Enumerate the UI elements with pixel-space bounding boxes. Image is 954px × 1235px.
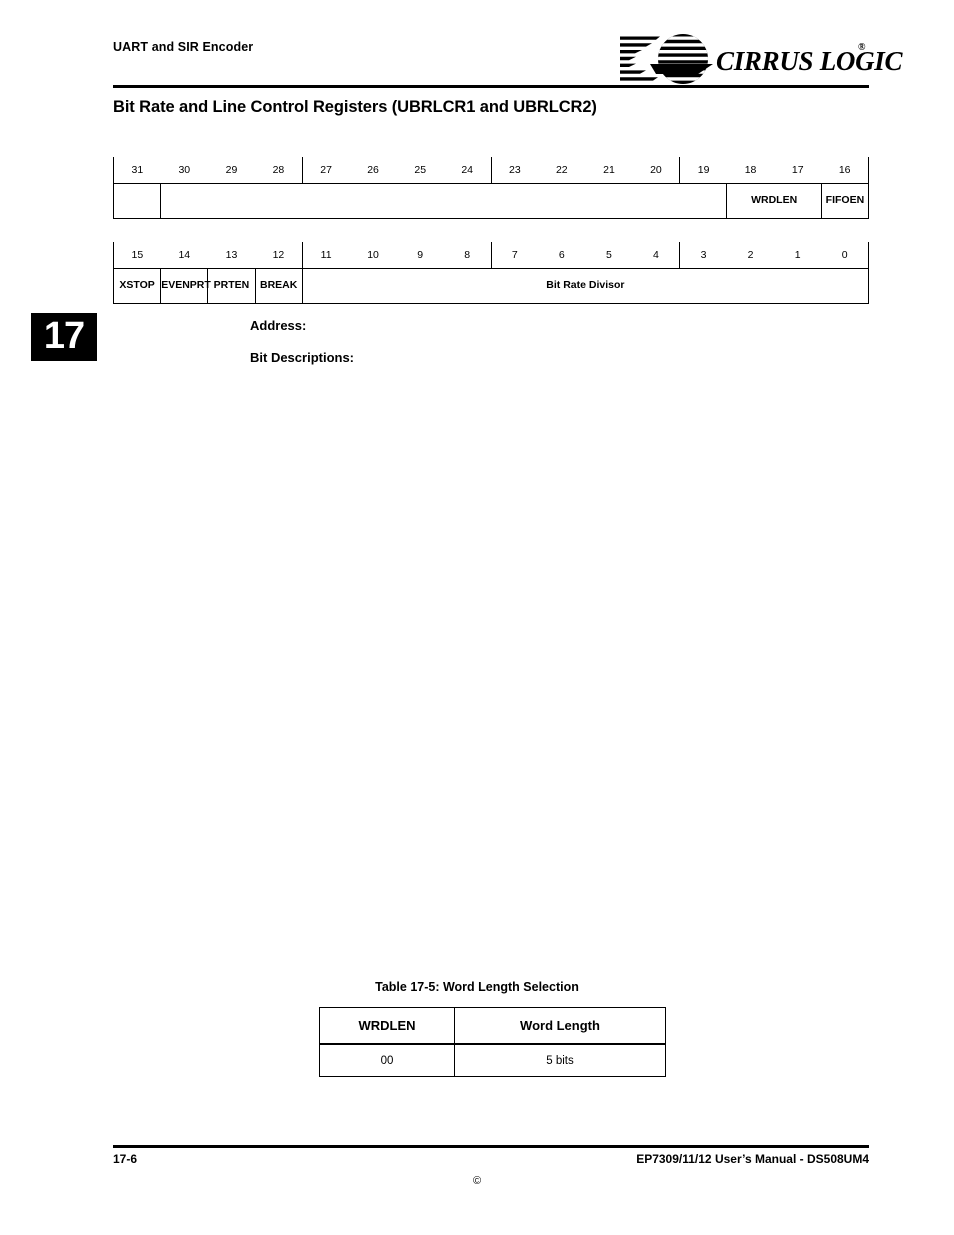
table-row: 00 5 bits	[319, 1044, 666, 1077]
bit-number-cell: 25	[414, 164, 427, 176]
bit-number-cell: 1	[794, 249, 801, 261]
bit-number-cell: 28	[272, 164, 285, 176]
bit-number-cell: 19	[679, 157, 727, 184]
bit-number-cell: 3	[679, 242, 727, 269]
bit-number-cell: 0	[821, 242, 870, 269]
bit-number-cell: 9	[417, 249, 424, 261]
running-head: UART and SIR Encoder	[113, 40, 254, 54]
bit-number-cell: 17	[791, 164, 804, 176]
cirrus-logic-logo: CIRRUS LOGIC	[620, 34, 903, 86]
bit-number-cell: 5	[606, 249, 612, 261]
cirrus-logic-wordmark: CIRRUS LOGIC	[716, 46, 903, 76]
footer-divider	[113, 1145, 869, 1148]
bit-number-cell: 2	[747, 249, 754, 261]
footer-page-number: 17-6	[113, 1152, 138, 1166]
chapter-tab: 17	[31, 313, 97, 361]
bit-descriptions-label: Bit Descriptions:	[250, 350, 355, 365]
bit-field-cell	[112, 183, 162, 219]
bit-field-cell-prten: PRTEN	[207, 268, 256, 304]
bit-number-cell: 30	[178, 164, 191, 176]
bit-number-cell: 4	[652, 249, 659, 261]
bit-number-cell: 24	[461, 164, 473, 176]
bit-field-cell-fifoen: FIFOEN	[820, 183, 870, 219]
bit-number-cell: 11	[301, 242, 350, 269]
bit-number-cell: 12	[272, 249, 285, 261]
chapter-tab-number: 17	[43, 315, 85, 357]
cell-word-length-value: 5 bits	[454, 1044, 666, 1077]
bit-number-cell: 23	[490, 157, 539, 184]
word-length-table-caption: Table 17-5: Word Length Selection	[375, 980, 579, 994]
bit-number-cell: 13	[225, 249, 238, 261]
bit-number-cell: 6	[558, 249, 565, 261]
cell-wrdlen-value: 00	[319, 1044, 454, 1077]
bit-number-cell: 26	[367, 164, 379, 176]
bit-field-cell-wrdlen: WRDLEN	[726, 183, 822, 219]
register-bitmap-low: 15 14 13 12 11 10 9 8 7 6 5 4 3 2 1 0 XS…	[112, 242, 870, 304]
word-length-table: WRDLEN Word Length 00 5 bits	[319, 1007, 666, 1077]
bit-field-cell-xstop: XSTOP	[112, 268, 162, 304]
register-bitmap-high: 31 30 29 28 27 26 25 24 23 22 21 20 19 1…	[112, 157, 870, 219]
address-label: Address:	[250, 318, 307, 333]
page-title: Bit Rate and Line Control Registers (UBR…	[113, 98, 597, 116]
bit-number-cell: 16	[821, 157, 870, 184]
column-header-wrdlen: WRDLEN	[319, 1007, 454, 1044]
bit-number-cell: 10	[367, 249, 379, 261]
bit-number-cell: 8	[464, 249, 471, 261]
table-header-row: WRDLEN Word Length	[319, 1007, 666, 1044]
bit-field-cell-bit-rate-divisor: Bit Rate Divisor	[301, 268, 870, 304]
bit-field-cell-evenprt: EVENPRT	[160, 268, 211, 304]
header-divider	[113, 85, 869, 88]
bit-number-cell: 20	[650, 164, 662, 176]
bit-number-row: 15 14 13 12 11 10 9 8 7 6 5 4 3 2 1 0	[112, 242, 870, 269]
bit-number-cell: 31	[112, 157, 161, 184]
bit-number-cell: 7	[490, 242, 539, 269]
bit-number-cell: 14	[178, 249, 191, 261]
bit-field-row: WRDLEN FIFOEN	[112, 183, 870, 219]
bit-number-cell: 21	[603, 164, 615, 176]
bit-number-cell: 27	[301, 157, 350, 184]
bit-number-cell: 18	[744, 164, 757, 176]
bit-number-cell: 29	[225, 164, 238, 176]
bit-number-row: 31 30 29 28 27 26 25 24 23 22 21 20 19 1…	[112, 157, 870, 184]
bit-field-cell-break: BREAK	[254, 268, 303, 304]
bit-number-cell: 15	[112, 242, 161, 269]
bit-field-cell	[160, 183, 728, 219]
column-header-word-length: Word Length	[454, 1007, 666, 1044]
registered-trademark-icon: ®	[858, 42, 866, 53]
bit-field-row: XSTOP EVENPRT PRTEN BREAK Bit Rate Divis…	[112, 268, 870, 304]
bit-number-cell: 22	[555, 164, 568, 176]
footer-manual-title: EP7309/11/12 User’s Manual - DS508UM4	[636, 1152, 869, 1166]
copyright-symbol: ©	[472, 1175, 482, 1187]
